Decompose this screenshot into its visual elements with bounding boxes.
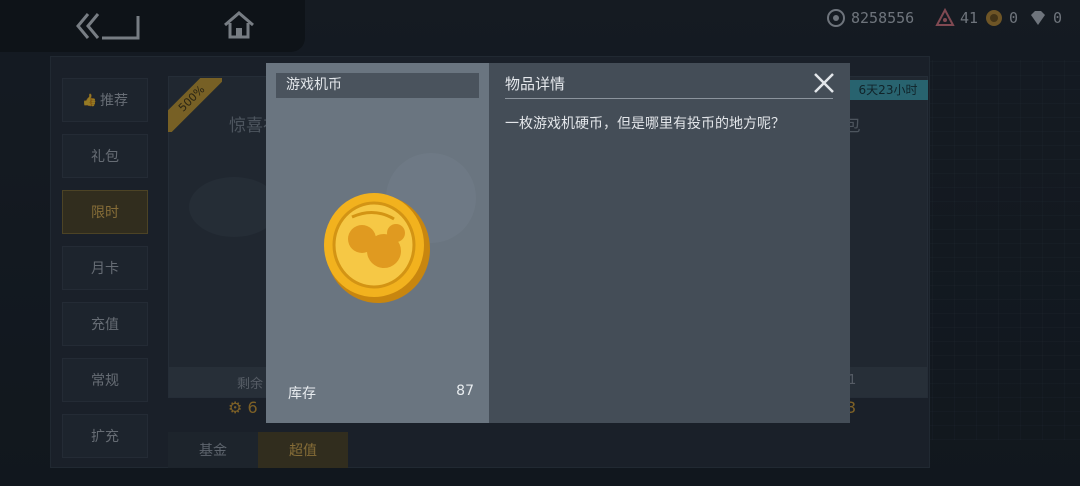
item-preview-panel: 游戏机币 库存 87 — [266, 63, 489, 423]
close-icon — [814, 73, 834, 93]
item-name: 游戏机币 — [276, 73, 479, 98]
item-description: 一枚游戏机硬币，但是哪里有投币的地方呢？ — [505, 116, 785, 132]
stock-label: 库存 — [288, 386, 316, 402]
detail-title: 物品详情 — [505, 73, 833, 99]
item-detail-panel: 物品详情 一枚游戏机硬币，但是哪里有投币的地方呢？ — [489, 63, 850, 423]
close-button[interactable] — [812, 71, 836, 95]
stock-value: 87 — [456, 383, 474, 399]
game-coin-icon — [324, 193, 430, 303]
stock-row: 库存 87 — [288, 383, 474, 403]
